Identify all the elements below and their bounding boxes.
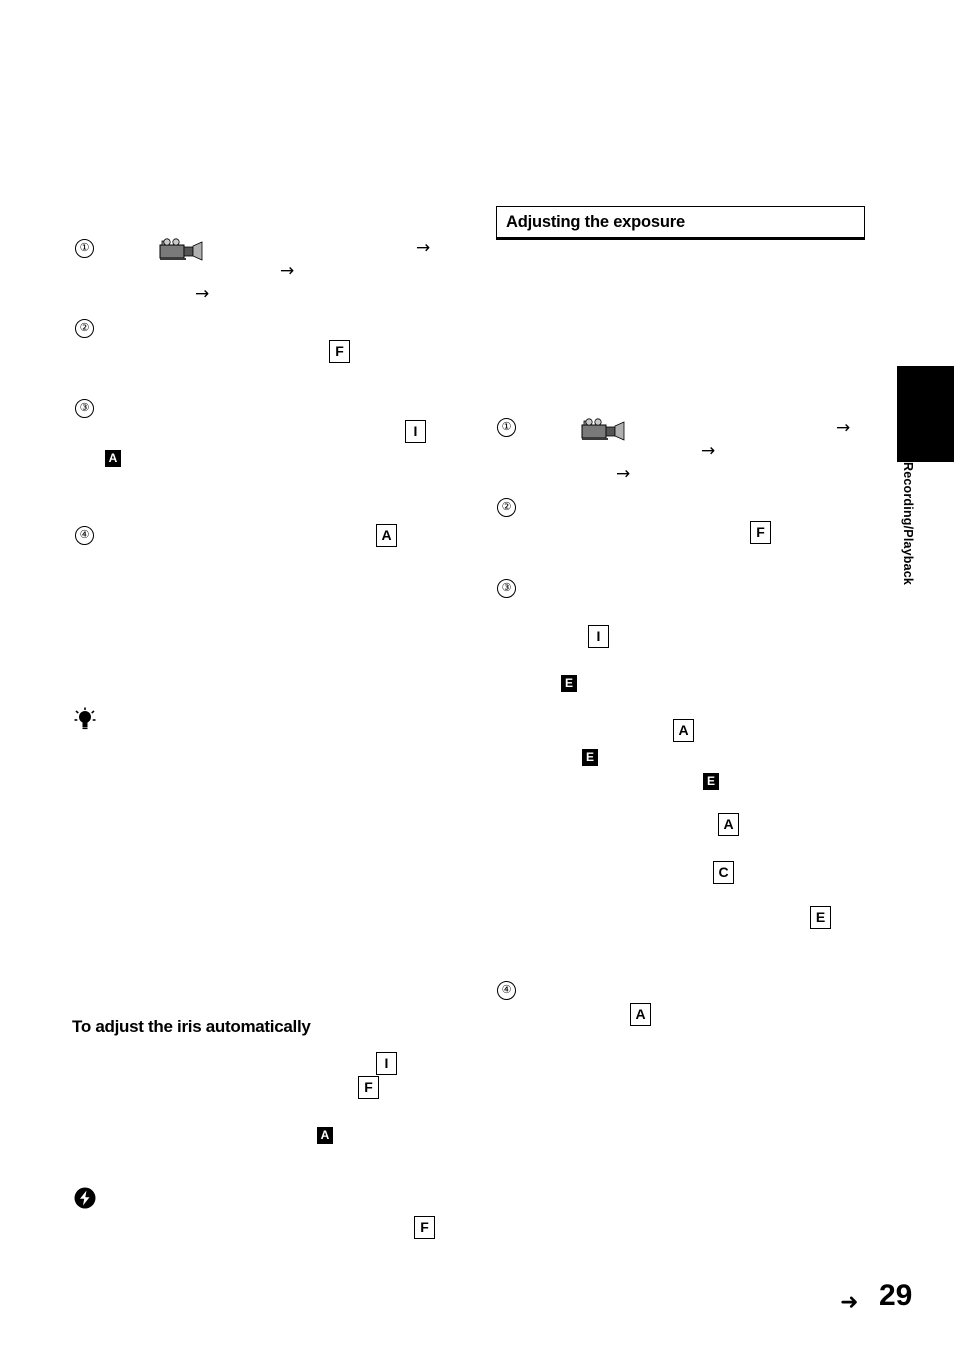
left-sub-callout-f-2: F: [414, 1216, 435, 1239]
left-step-3-number: ③: [75, 399, 94, 418]
right-callout-a-2: A: [718, 813, 739, 836]
right-arrow-1: →: [836, 418, 851, 438]
tip-bulb-icon: [74, 707, 96, 736]
right-step-4-number: ④: [497, 981, 516, 1000]
document-page: Adjusting the exposure ① → → → ② F ③ I A…: [0, 0, 954, 1357]
left-callout-a-filled-1: A: [105, 450, 121, 467]
left-arrow-3: →: [195, 284, 210, 304]
left-sub-callout-f-1: F: [358, 1076, 379, 1099]
right-arrow-2: →: [701, 441, 716, 461]
camcorder-icon: [158, 236, 204, 267]
right-arrow-3: →: [616, 464, 631, 484]
page-arrow-icon: ➜: [840, 1290, 859, 1315]
right-step-3-number: ③: [497, 579, 516, 598]
side-tab-label: Recording/Playback: [901, 462, 915, 586]
right-callout-a-1: A: [673, 719, 694, 742]
right-callout-e-1: E: [810, 906, 831, 929]
left-arrow-2: →: [280, 261, 295, 281]
side-tab-block: [897, 366, 954, 462]
camcorder-icon: [580, 416, 626, 447]
right-step-2-number: ②: [497, 498, 516, 517]
right-callout-e-filled-1: E: [561, 675, 577, 692]
section-heading-adjusting-exposure: Adjusting the exposure: [496, 206, 865, 240]
page-number: 29: [879, 1279, 913, 1312]
right-callout-i-1: I: [588, 625, 609, 648]
left-callout-i-1: I: [405, 420, 426, 443]
left-step-4-number: ④: [75, 526, 94, 545]
right-callout-e-filled-2: E: [582, 749, 598, 766]
subheading-adjust-iris-automatically: To adjust the iris automatically: [72, 1017, 311, 1036]
right-step-1-number: ①: [497, 418, 516, 437]
right-callout-e-filled-3: E: [703, 773, 719, 790]
left-sub-callout-a-filled: A: [317, 1127, 333, 1144]
right-callout-a-3: A: [630, 1003, 651, 1026]
note-flash-icon: [74, 1187, 96, 1214]
left-callout-a-1: A: [376, 524, 397, 547]
left-step-2-number: ②: [75, 319, 94, 338]
right-callout-f-1: F: [750, 521, 771, 544]
left-arrow-1: →: [416, 238, 431, 258]
right-callout-c-1: C: [713, 861, 734, 884]
left-sub-callout-i: I: [376, 1052, 397, 1075]
left-callout-f-1: F: [329, 340, 350, 363]
left-step-1-number: ①: [75, 239, 94, 258]
